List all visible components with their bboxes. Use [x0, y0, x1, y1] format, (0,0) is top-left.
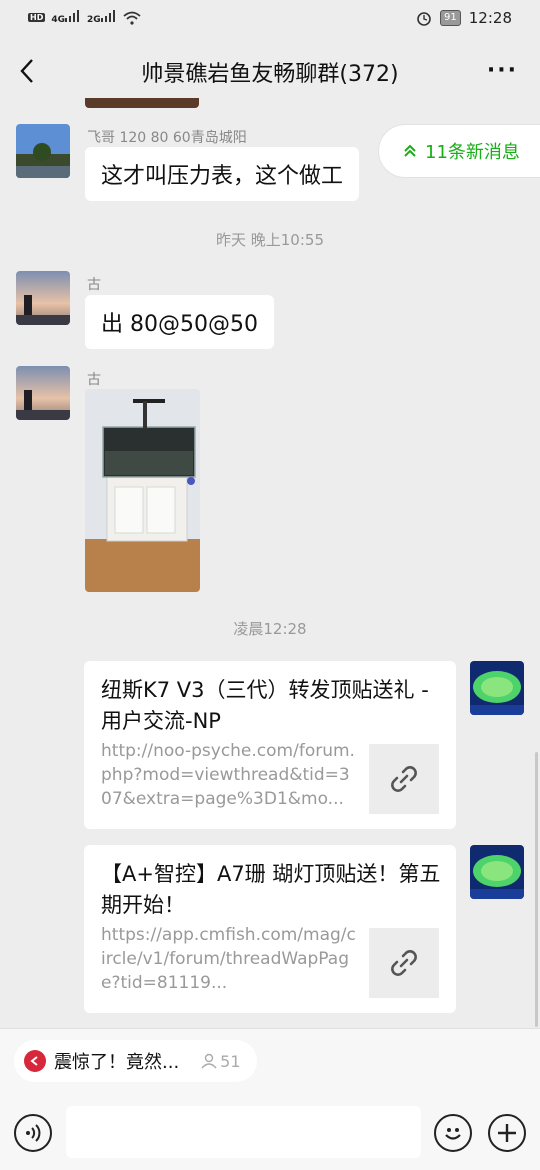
arrow-icon — [30, 1056, 38, 1066]
promo-count: 51 — [201, 1052, 241, 1071]
promo-icon — [24, 1050, 46, 1072]
avatar-coral-image — [470, 661, 524, 715]
status-right: 91 12:28 — [416, 9, 512, 27]
new-messages-button[interactable]: 11条新消息 — [378, 124, 540, 178]
signal-icon — [65, 10, 79, 22]
link-icon — [391, 950, 417, 976]
status-bar: HD 4G 2G 91 12:28 — [0, 0, 540, 36]
message-bubble[interactable]: 这才叫压力表，这个做工 — [85, 147, 360, 201]
voice-icon — [26, 1124, 41, 1142]
person-icon — [201, 1053, 217, 1069]
sender-name: 古 — [87, 277, 101, 293]
emoji-icon — [445, 1128, 461, 1140]
aquarium-photo — [85, 389, 200, 592]
alarm-icon — [417, 12, 431, 26]
message-bubble[interactable]: 出 80@50@50 — [85, 295, 274, 349]
link-icon — [391, 766, 417, 792]
avatar-landscape-image — [16, 124, 70, 178]
message-input[interactable] — [66, 1106, 421, 1158]
avatar-sunset-image — [16, 366, 70, 420]
link-url: http://noo-psyche.com/forum.php?mod=view… — [101, 741, 355, 809]
link-card[interactable]: 【A+智控】A7珊 瑚灯顶贴送！第五期开始！ https://app.cmfis… — [84, 845, 456, 1013]
more-actions-button[interactable] — [488, 1114, 526, 1152]
link-title: 【A+智控】A7珊 瑚灯顶贴送！第五期开始！ — [101, 862, 441, 917]
avatar[interactable] — [16, 271, 70, 325]
link-url: https://app.cmfish.com/mag/circle/v1/for… — [101, 925, 356, 993]
sender-name: 飞哥 120 80 60青岛城阳 — [87, 130, 247, 146]
timestamp: 凌晨12:28 — [233, 620, 307, 638]
network-4g: 4G — [51, 10, 81, 25]
promo-text: 震惊了！竟然... — [54, 1052, 180, 1073]
my-avatar[interactable] — [470, 845, 524, 899]
avatar[interactable] — [16, 124, 70, 178]
chat-header: 帅景礁岩鱼友畅聊群(372) ··· — [0, 36, 540, 106]
avatar[interactable] — [16, 366, 70, 420]
status-left: HD 4G 2G — [28, 10, 141, 25]
voice-input-button[interactable] — [14, 1114, 52, 1152]
chat-title: 帅景礁岩鱼友畅聊群(372) — [141, 62, 399, 87]
link-card[interactable]: 纽斯K7 V3（三代）转发顶贴送礼 - 用户交流-NP http://noo-p… — [84, 661, 456, 829]
partial-image-message[interactable] — [85, 98, 199, 108]
more-options-button[interactable]: ··· — [487, 58, 518, 83]
scrollbar[interactable] — [535, 752, 538, 1027]
emoji-button[interactable] — [434, 1114, 472, 1152]
image-message[interactable] — [85, 389, 200, 592]
sender-name: 古 — [87, 372, 101, 388]
link-title: 纽斯K7 V3（三代）转发顶贴送礼 - 用户交流-NP — [101, 678, 429, 733]
signal-icon-2 — [100, 10, 115, 22]
timestamp: 昨天 晚上10:55 — [216, 231, 324, 249]
clock: 12:28 — [468, 9, 512, 27]
avatar-coral-image — [470, 845, 524, 899]
avatar-sunset-image — [16, 271, 70, 325]
input-bar — [0, 1100, 540, 1166]
hd-badge: HD — [28, 13, 46, 22]
plus-icon — [498, 1124, 516, 1142]
network-2g: 2G — [87, 10, 117, 25]
promo-banner[interactable]: 震惊了！竟然... 51 — [14, 1040, 257, 1082]
double-chevron-up-icon — [404, 144, 416, 157]
link-thumbnail — [369, 928, 439, 998]
wifi-icon — [123, 11, 141, 25]
link-thumbnail — [369, 744, 439, 814]
my-avatar[interactable] — [470, 661, 524, 715]
battery-level: 91 — [440, 10, 461, 26]
new-messages-label: 11条新消息 — [425, 142, 520, 163]
